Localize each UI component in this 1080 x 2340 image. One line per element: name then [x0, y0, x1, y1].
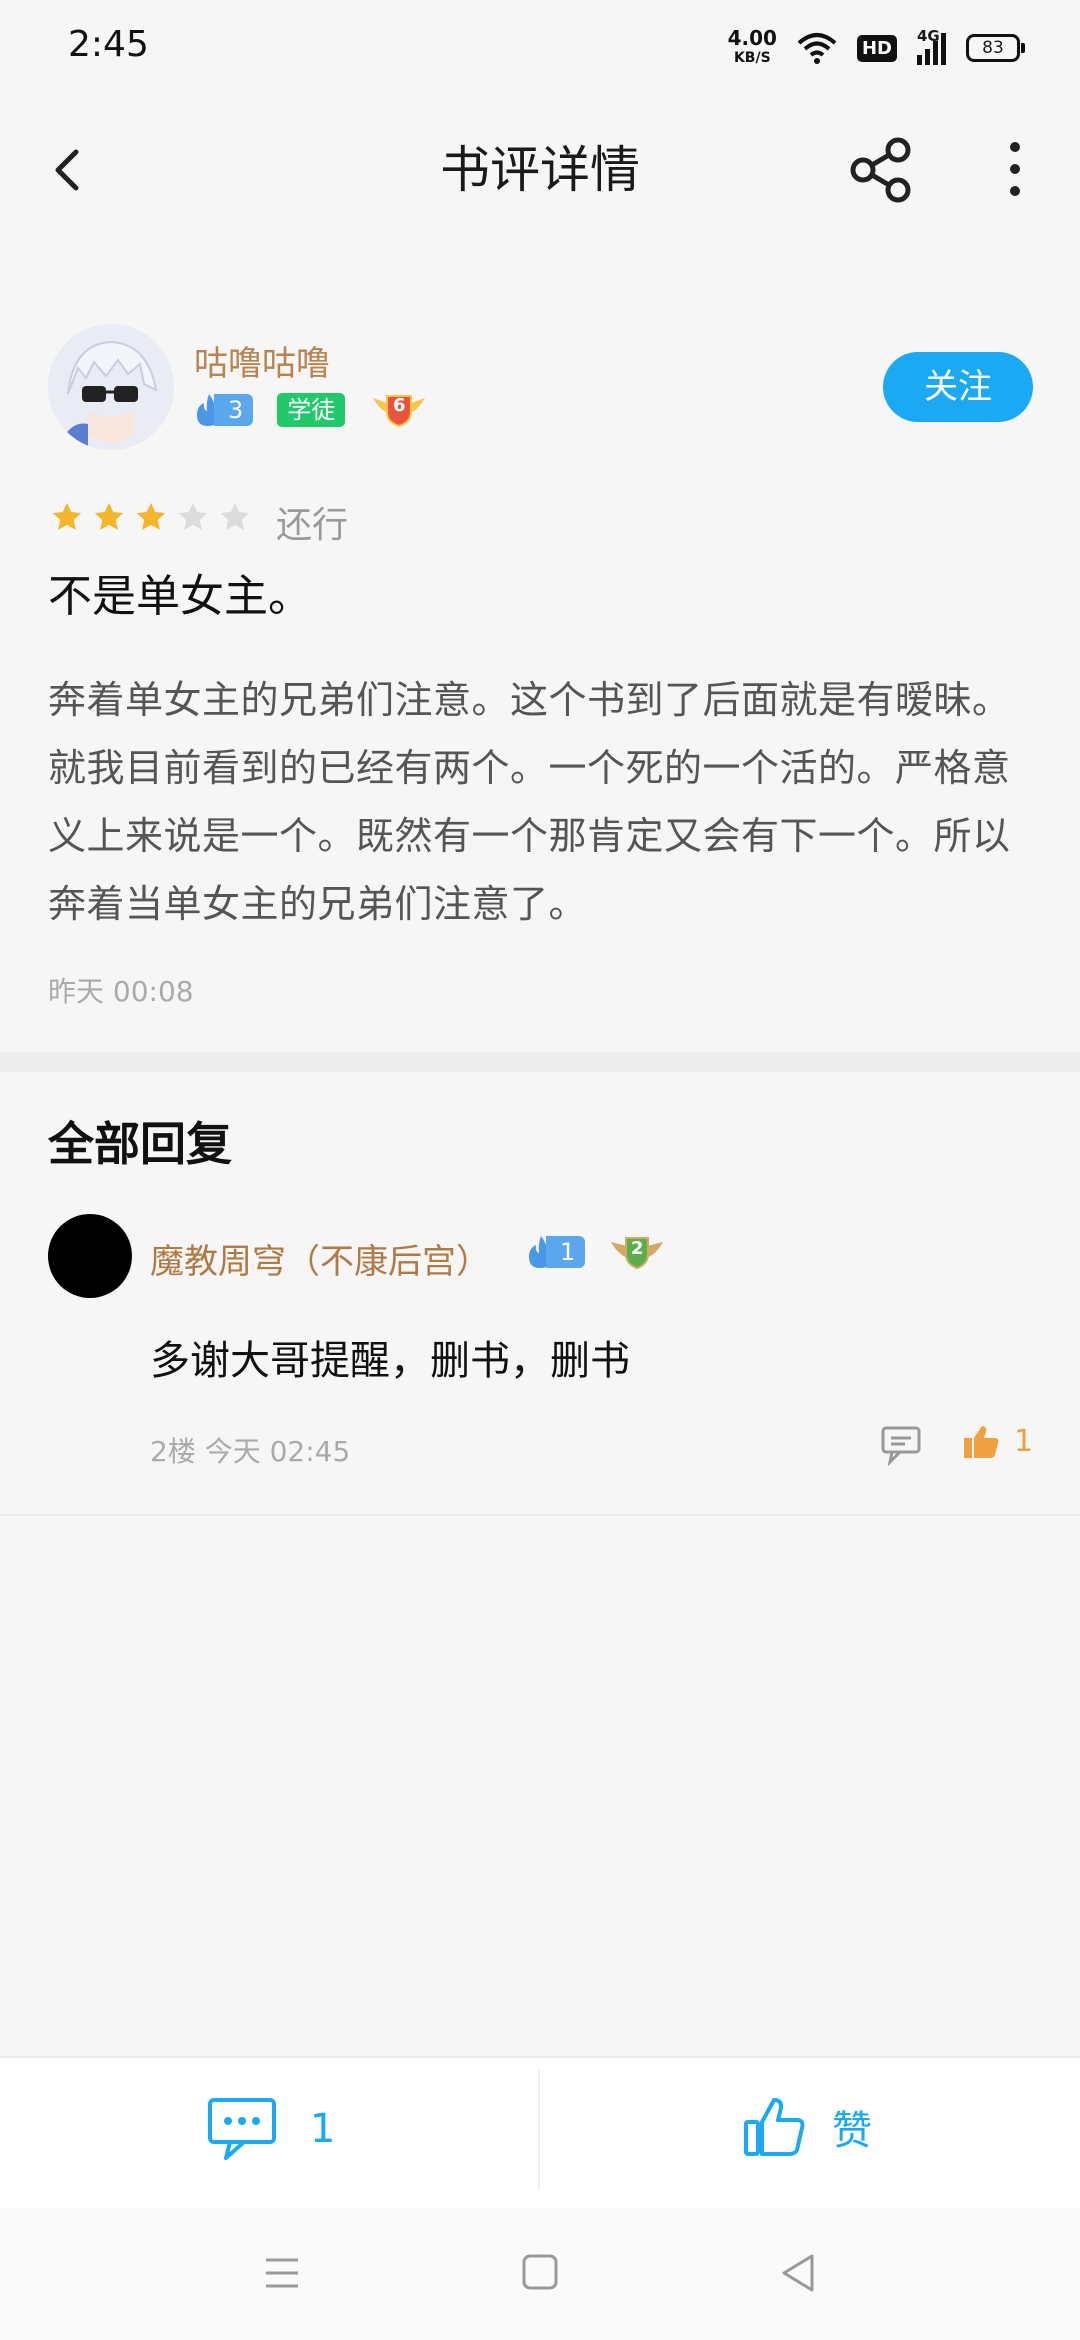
- reply-meta: 2楼 今天 02:45: [150, 1435, 351, 1468]
- author-name[interactable]: 咕噜咕噜: [194, 336, 330, 385]
- status-time: 2:45: [68, 24, 149, 65]
- net-speed: 4.00 KB/S: [727, 26, 777, 66]
- home-button[interactable]: [510, 2248, 570, 2298]
- reply-like-button[interactable]: 1: [962, 1422, 1033, 1460]
- reply-divider: [0, 1514, 1080, 1516]
- medal-badge: 2: [607, 1234, 667, 1270]
- recents-button[interactable]: [252, 2248, 312, 2298]
- like-label: 赞: [832, 2108, 872, 2154]
- chat-bubble-icon: [208, 2098, 276, 2160]
- medal-badge: 6: [369, 392, 429, 428]
- review-body: 奔着单女主的兄弟们注意。这个书到了后面就是有暧昧。就我目前看到的已经有两个。一个…: [48, 678, 1011, 926]
- star-icon-empty: [178, 502, 208, 530]
- action-bar: [0, 2056, 1080, 2210]
- share-button[interactable]: [848, 135, 918, 205]
- section-divider: [0, 1052, 1080, 1072]
- author-avatar[interactable]: [48, 324, 174, 450]
- back-icon: [55, 149, 79, 191]
- thumbs-up-icon: [964, 1426, 999, 1458]
- fire-level-badge: 3: [194, 392, 254, 428]
- reply-comment-button[interactable]: [880, 1424, 924, 1467]
- replies-heading: 全部回复: [48, 1117, 232, 1171]
- action-divider: [538, 2070, 540, 2190]
- fire-level-badge: 1: [526, 1234, 586, 1270]
- reply-badges: 1 2: [526, 1234, 667, 1270]
- reply-avatar[interactable]: [48, 1214, 132, 1298]
- comment-count: 1: [310, 2106, 336, 2152]
- star-icon-filled: [52, 502, 82, 530]
- star-icon-empty: [220, 502, 250, 530]
- rating-label: 还行: [276, 505, 349, 546]
- wifi-icon: [797, 33, 837, 64]
- home-square-icon: [522, 2254, 558, 2290]
- star-rating: [50, 500, 252, 534]
- battery-icon: 83: [966, 34, 1025, 62]
- signal-icon: 4G: [917, 27, 946, 65]
- reply-author-name[interactable]: 魔教周穹（不康后宫）: [150, 1234, 490, 1283]
- follow-button[interactable]: 关注: [883, 352, 1033, 422]
- reply-like-count: 1: [1014, 1423, 1034, 1459]
- status-icons: 4.00 KB/S HD 4G 83: [727, 22, 1025, 74]
- back-button[interactable]: [40, 130, 100, 210]
- nav-back-button[interactable]: [768, 2248, 828, 2298]
- rank-tag: 学徒: [277, 393, 346, 427]
- avatar-image: [48, 324, 174, 450]
- like-action-button[interactable]: 赞: [742, 2094, 872, 2160]
- comment-action-button[interactable]: 1: [206, 2096, 335, 2162]
- review-title: 不是单女主。: [48, 571, 312, 622]
- hd-icon: HD: [856, 34, 897, 62]
- star-icon-filled: [94, 502, 124, 530]
- page-title: 书评详情: [440, 141, 640, 199]
- more-button[interactable]: [1000, 135, 1030, 205]
- menu-icon: [266, 2258, 298, 2288]
- share-icon: [850, 137, 911, 203]
- author-badges: 3 学徒 6: [194, 392, 429, 428]
- more-icon: [1010, 142, 1020, 196]
- thumbs-up-outline-icon: [744, 2098, 805, 2156]
- comment-icon: [881, 1426, 921, 1467]
- star-icon-filled: [136, 502, 166, 530]
- back-triangle-icon: [782, 2254, 814, 2292]
- review-time: 昨天 00:08: [48, 975, 194, 1008]
- reply-text: 多谢大哥提醒，删书，删书: [150, 1338, 630, 1384]
